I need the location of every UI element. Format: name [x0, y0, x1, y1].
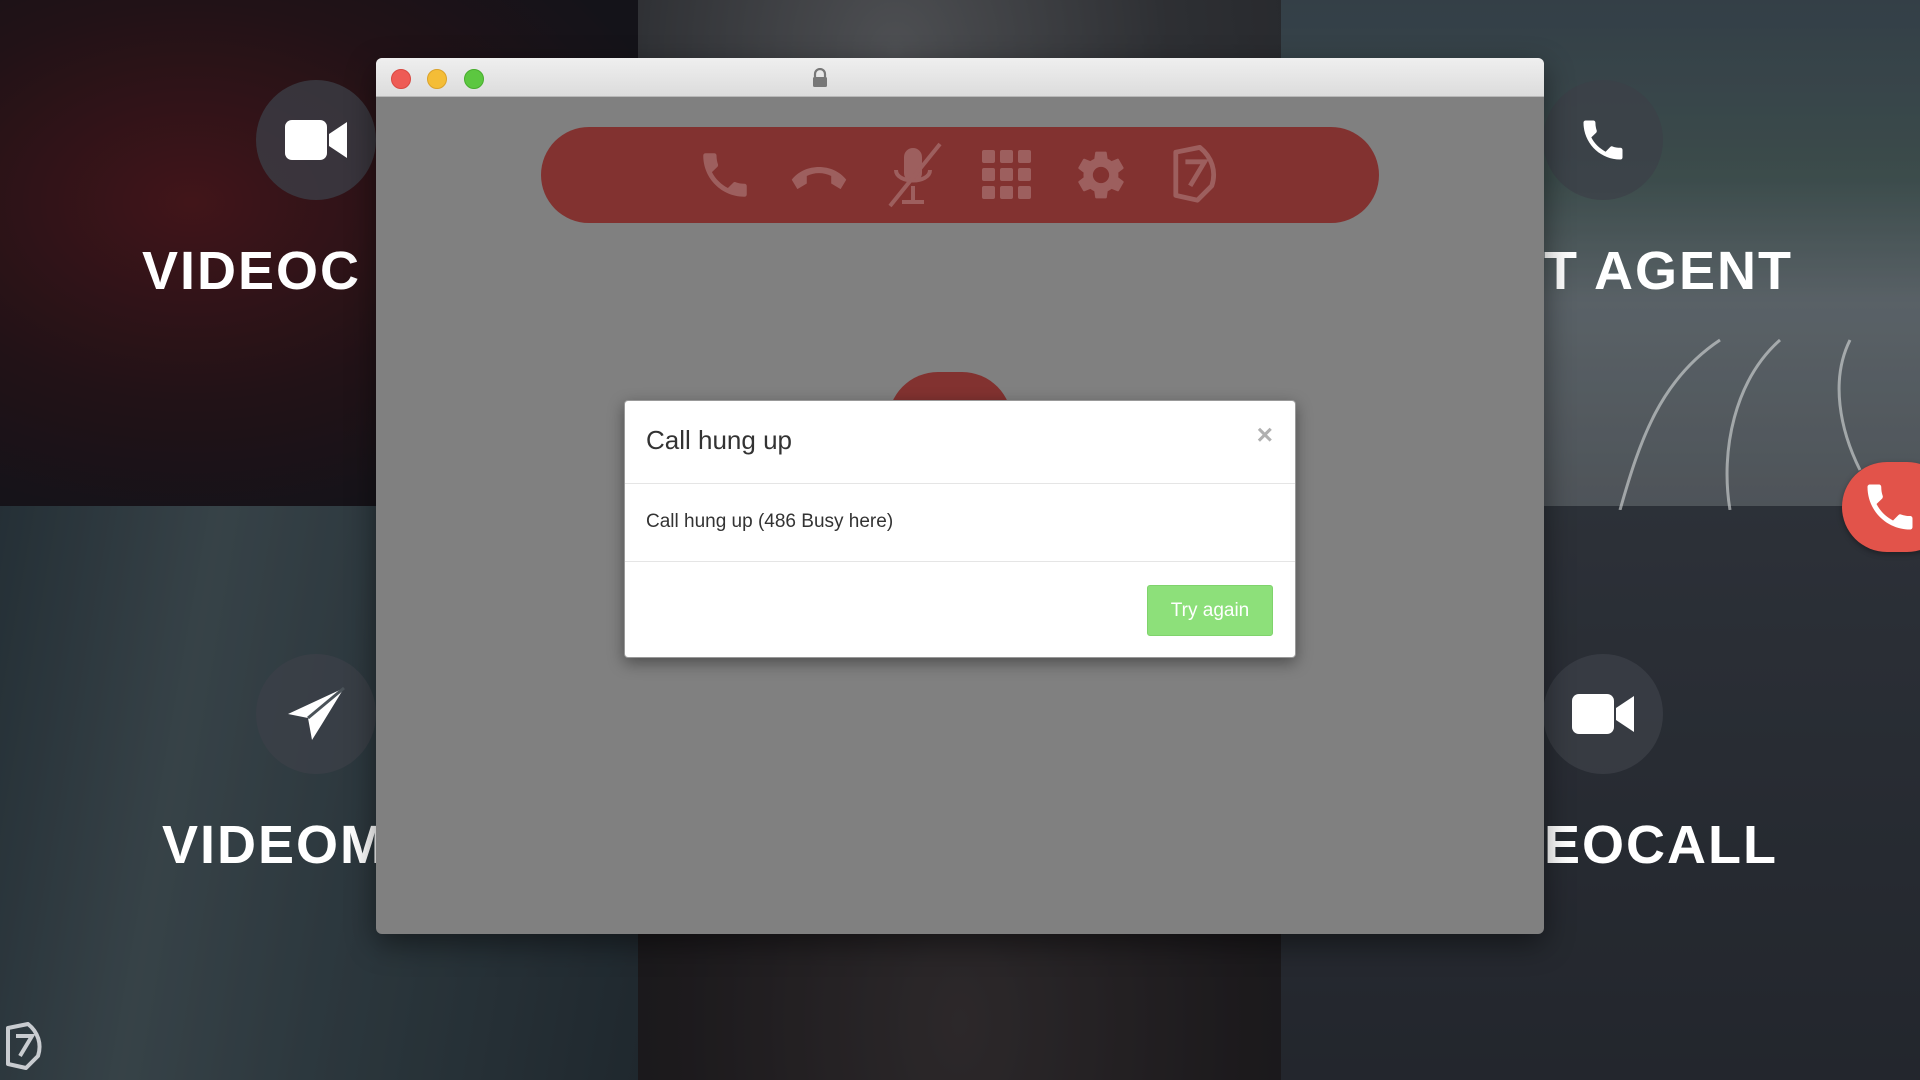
call-button[interactable]	[694, 144, 756, 206]
mute-mic-icon	[888, 142, 942, 208]
phone-icon	[1867, 484, 1913, 530]
call-toolbar	[541, 127, 1379, 223]
tile-label-videomessage: VIDEOM	[162, 815, 388, 875]
window-minimize-button[interactable]	[427, 69, 447, 89]
leaf-logo-icon	[6, 1022, 42, 1070]
leaf-logo-icon	[1173, 145, 1217, 203]
settings-button[interactable]	[1070, 144, 1132, 206]
dialog-header: Call hung up ×	[625, 401, 1295, 484]
tile-label-videocall-2: EOCALL	[1544, 815, 1778, 875]
dialpad-button[interactable]	[976, 144, 1038, 206]
video-camera-icon[interactable]	[256, 80, 376, 200]
dialog-title: Call hung up	[646, 425, 792, 455]
call-hung-up-dialog: Call hung up × Call hung up (486 Busy he…	[624, 400, 1296, 658]
phone-icon	[703, 153, 747, 197]
window-maximize-button[interactable]	[464, 69, 484, 89]
hang-up-icon	[791, 167, 847, 190]
video-camera-icon-2[interactable]	[1543, 654, 1663, 774]
window-titlebar[interactable]	[376, 58, 1544, 97]
tile-label-agent: T AGENT	[1544, 241, 1793, 301]
paper-plane-icon[interactable]	[256, 654, 376, 774]
dialog-message: Call hung up (486 Busy here)	[646, 511, 894, 532]
tile-label-videocall: VIDEOC	[142, 241, 362, 301]
dialog-close-button[interactable]: ×	[1257, 421, 1273, 449]
hang-up-button[interactable]	[788, 144, 850, 206]
brand-button[interactable]	[1164, 144, 1226, 206]
phone-icon[interactable]	[1543, 80, 1663, 200]
window-close-button[interactable]	[391, 69, 411, 89]
try-again-button[interactable]: Try again	[1147, 585, 1273, 636]
dialog-body: Call hung up (486 Busy here)	[625, 484, 1295, 562]
browser-window: Call hung up × Call hung up (486 Busy he…	[376, 58, 1544, 934]
mute-button[interactable]	[882, 142, 944, 208]
lock-icon	[813, 68, 827, 87]
dialpad-icon	[982, 150, 1031, 199]
gear-icon	[1078, 151, 1124, 199]
